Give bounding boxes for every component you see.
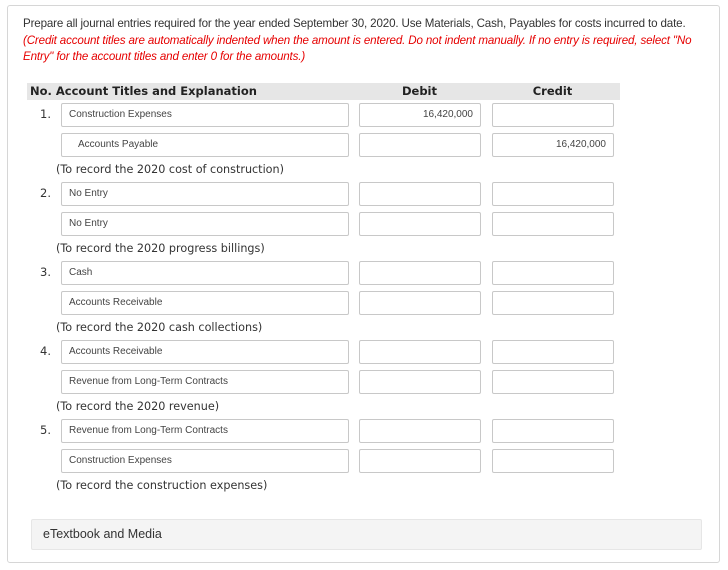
- instructions-note: (Credit account titles are automatically…: [23, 33, 692, 64]
- account-title-input[interactable]: Construction Expenses: [61, 449, 349, 473]
- entry-number: 5.: [40, 423, 51, 437]
- credit-input[interactable]: [492, 370, 614, 394]
- etextbook-media-label: eTextbook and Media: [43, 527, 162, 541]
- debit-input[interactable]: [359, 419, 481, 443]
- credit-input[interactable]: [492, 291, 614, 315]
- entry-number: 1.: [40, 107, 51, 121]
- debit-input[interactable]: [359, 291, 481, 315]
- account-title-input[interactable]: Accounts Payable: [61, 133, 349, 157]
- header-account-titles: No. Account Titles and Explanation: [30, 84, 257, 98]
- account-title-input[interactable]: Revenue from Long-Term Contracts: [61, 370, 349, 394]
- debit-input[interactable]: [359, 340, 481, 364]
- journal-line: Construction Expenses: [0, 449, 728, 473]
- account-title-input[interactable]: Revenue from Long-Term Contracts: [61, 419, 349, 443]
- debit-input[interactable]: [359, 133, 481, 157]
- debit-input[interactable]: 16,420,000: [359, 103, 481, 127]
- credit-input[interactable]: [492, 103, 614, 127]
- credit-input[interactable]: 16,420,000: [492, 133, 614, 157]
- journal-line: 3. Cash: [0, 261, 728, 285]
- account-title-input[interactable]: Accounts Receivable: [61, 291, 349, 315]
- entry-explanation: (To record the construction expenses): [56, 479, 268, 492]
- account-title-input[interactable]: No Entry: [61, 182, 349, 206]
- debit-input[interactable]: [359, 449, 481, 473]
- entry-explanation: (To record the 2020 cost of construction…: [56, 163, 284, 176]
- instructions-main: Prepare all journal entries required for…: [23, 17, 686, 30]
- etextbook-media-button[interactable]: eTextbook and Media: [31, 519, 702, 550]
- account-title-input[interactable]: Accounts Receivable: [61, 340, 349, 364]
- credit-input[interactable]: [492, 212, 614, 236]
- journal-line: No Entry: [0, 212, 728, 236]
- journal-line: 2. No Entry: [0, 182, 728, 206]
- entry-number: 4.: [40, 344, 51, 358]
- journal-line: Revenue from Long-Term Contracts: [0, 370, 728, 394]
- credit-input[interactable]: [492, 419, 614, 443]
- debit-input[interactable]: [359, 261, 481, 285]
- entry-number: 3.: [40, 265, 51, 279]
- credit-input[interactable]: [492, 182, 614, 206]
- account-title-input[interactable]: Cash: [61, 261, 349, 285]
- credit-input[interactable]: [492, 449, 614, 473]
- account-title-input[interactable]: No Entry: [61, 212, 349, 236]
- journal-line: 5. Revenue from Long-Term Contracts: [0, 419, 728, 443]
- journal-line: 4. Accounts Receivable: [0, 340, 728, 364]
- debit-input[interactable]: [359, 182, 481, 206]
- journal-line: Accounts Receivable: [0, 291, 728, 315]
- debit-input[interactable]: [359, 370, 481, 394]
- journal-line: 1. Construction Expenses 16,420,000: [0, 103, 728, 127]
- credit-input[interactable]: [492, 261, 614, 285]
- credit-input[interactable]: [492, 340, 614, 364]
- header-credit: Credit: [532, 84, 573, 98]
- entry-explanation: (To record the 2020 progress billings): [56, 242, 265, 255]
- entry-explanation: (To record the 2020 revenue): [56, 400, 220, 413]
- account-title-input[interactable]: Construction Expenses: [61, 103, 349, 127]
- entry-explanation: (To record the 2020 cash collections): [56, 321, 263, 334]
- debit-input[interactable]: [359, 212, 481, 236]
- instructions: Prepare all journal entries required for…: [23, 16, 703, 66]
- table-header: No. Account Titles and Explanation Debit…: [27, 83, 620, 100]
- entry-number: 2.: [40, 186, 51, 200]
- header-debit: Debit: [401, 84, 438, 98]
- journal-line: Accounts Payable 16,420,000: [0, 133, 728, 157]
